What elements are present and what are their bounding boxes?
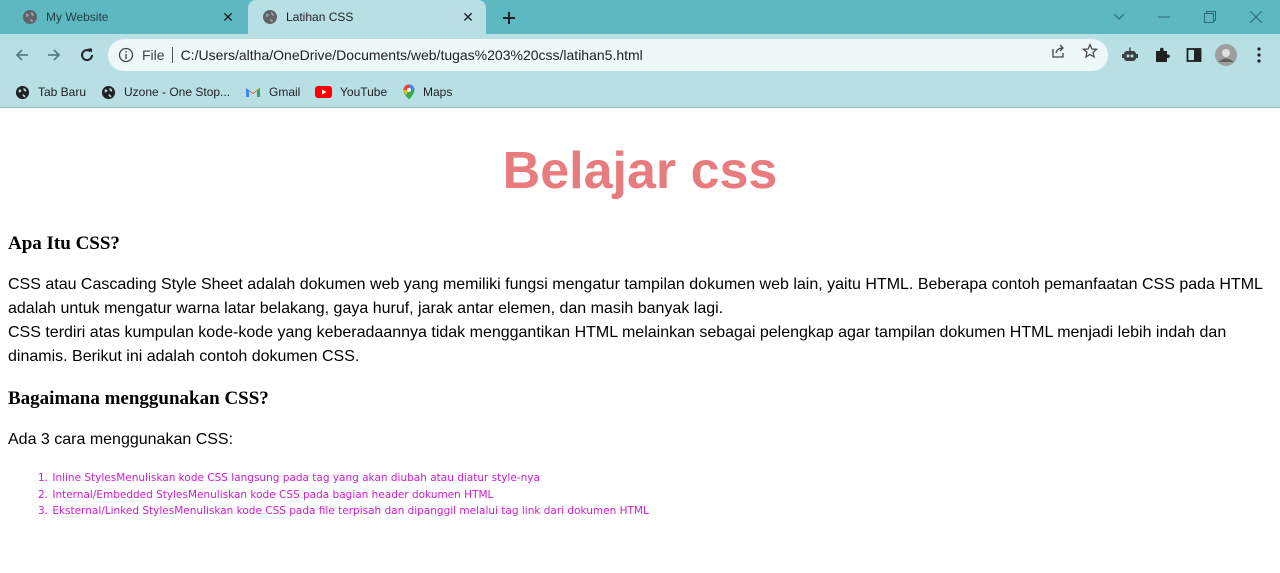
new-tab-button[interactable] (496, 5, 522, 31)
bookmark-star-button[interactable] (1081, 42, 1099, 60)
scheme-label: File (142, 47, 165, 63)
reload-button[interactable] (75, 43, 99, 67)
address-bar[interactable]: File C:/Users/altha/OneDrive/Documents/w… (108, 39, 1108, 71)
globe-icon (263, 10, 277, 24)
bookmark-label: Maps (423, 85, 453, 99)
info-icon[interactable] (118, 47, 134, 63)
list-item-number: 1. (37, 472, 48, 484)
list-item-number: 3. (37, 505, 48, 518)
tab-strip: My Website ✕ Latihan CSS ✕ (0, 0, 1280, 34)
tab-my-website[interactable]: My Website ✕ (8, 0, 246, 34)
scheme-separator (171, 47, 173, 63)
globe-icon (101, 85, 116, 99)
page-content: Belajar css Apa Itu CSS? CSS atau Cascad… (0, 109, 1280, 573)
side-panel-button[interactable] (1183, 44, 1205, 66)
bookmarks-bar: Tab Baru Uzone - One Stop... Gmail YouTu… (0, 76, 1280, 108)
close-tab-icon[interactable]: ✕ (460, 9, 476, 25)
close-tab-icon[interactable]: ✕ (220, 9, 236, 25)
puzzle-icon (1156, 47, 1170, 62)
close-window-button[interactable] (1233, 0, 1279, 34)
share-button[interactable] (1049, 42, 1067, 60)
paragraph-cara-intro: Ada 3 cara menggunakan CSS: (8, 431, 234, 448)
gmail-icon (246, 87, 260, 97)
list-item-text: Inline StylesMenuliskan kode CSS langsun… (52, 472, 540, 484)
css-methods-list: 1. Inline StylesMenuliskan kode CSS lang… (32, 470, 649, 520)
list-item: 2. Internal/Embedded StylesMenuliskan ko… (32, 487, 649, 504)
menu-button[interactable] (1248, 44, 1270, 66)
side-panel-icon (1186, 48, 1202, 62)
list-item: 1. Inline StylesMenuliskan kode CSS lang… (32, 470, 649, 487)
bookmark-label: YouTube (340, 85, 388, 99)
youtube-icon (315, 86, 332, 98)
url-text[interactable]: C:/Users/altha/OneDrive/Documents/web/tu… (181, 47, 1108, 63)
paragraph-css-composition: CSS terdiri atas kumpulan kode-kode yang… (8, 324, 1227, 365)
star-icon (1082, 43, 1098, 59)
bookmark-tab-baru[interactable]: Tab Baru (15, 82, 86, 102)
extensions-button[interactable] (1151, 44, 1173, 66)
robot-icon (1122, 47, 1138, 61)
globe-icon (23, 10, 37, 24)
chevron-down-icon (1113, 13, 1125, 20)
share-icon (1052, 44, 1064, 58)
bookmark-label: Uzone - One Stop... (124, 85, 231, 99)
tab-title: Latihan CSS (286, 10, 354, 24)
profile-avatar[interactable] (1215, 44, 1237, 66)
forward-button[interactable] (42, 43, 66, 67)
list-item-number: 2. (37, 488, 48, 501)
restore-icon (1204, 11, 1216, 23)
avatar-icon (1215, 44, 1237, 66)
section-heading-bagaimana: Bagaimana menggunakan CSS? (8, 388, 269, 409)
tab-search-button[interactable] (1096, 0, 1142, 34)
bookmark-gmail[interactable]: Gmail (245, 82, 300, 102)
bookmark-uzone[interactable]: Uzone - One Stop... (101, 82, 230, 102)
kebab-menu-icon (1257, 47, 1261, 63)
list-item-text: Internal/Embedded StylesMenuliskan kode … (52, 488, 494, 501)
globe-icon (15, 85, 30, 99)
maps-icon (403, 84, 415, 100)
list-item-text: Eksternal/Linked StylesMenuliskan kode C… (52, 505, 649, 518)
minimize-icon (1158, 16, 1170, 18)
back-button[interactable] (10, 43, 34, 67)
arrow-right-icon (48, 49, 61, 61)
arrow-left-icon (15, 49, 28, 61)
bookmark-maps[interactable]: Maps (403, 82, 452, 102)
extension-robot-button[interactable] (1119, 44, 1141, 66)
bookmark-label: Gmail (269, 85, 301, 99)
section-heading-apa-itu-css: Apa Itu CSS? (8, 233, 120, 254)
browser-toolbar: File C:/Users/altha/OneDrive/Documents/w… (0, 34, 1280, 76)
minimize-button[interactable] (1141, 0, 1187, 34)
close-icon (1250, 11, 1262, 23)
bookmark-label: Tab Baru (38, 85, 87, 99)
page-title: Belajar css (502, 142, 778, 200)
reload-icon (81, 48, 94, 62)
bookmark-youtube[interactable]: YouTube (315, 82, 387, 102)
list-item: 3. Eksternal/Linked StylesMenuliskan kod… (32, 503, 649, 520)
restore-button[interactable] (1187, 0, 1233, 34)
plus-icon (503, 12, 515, 24)
tab-title: My Website (46, 10, 109, 24)
paragraph-css-definition: CSS atau Cascading Style Sheet adalah do… (8, 276, 1263, 317)
tab-latihan-css[interactable]: Latihan CSS ✕ (248, 0, 486, 34)
